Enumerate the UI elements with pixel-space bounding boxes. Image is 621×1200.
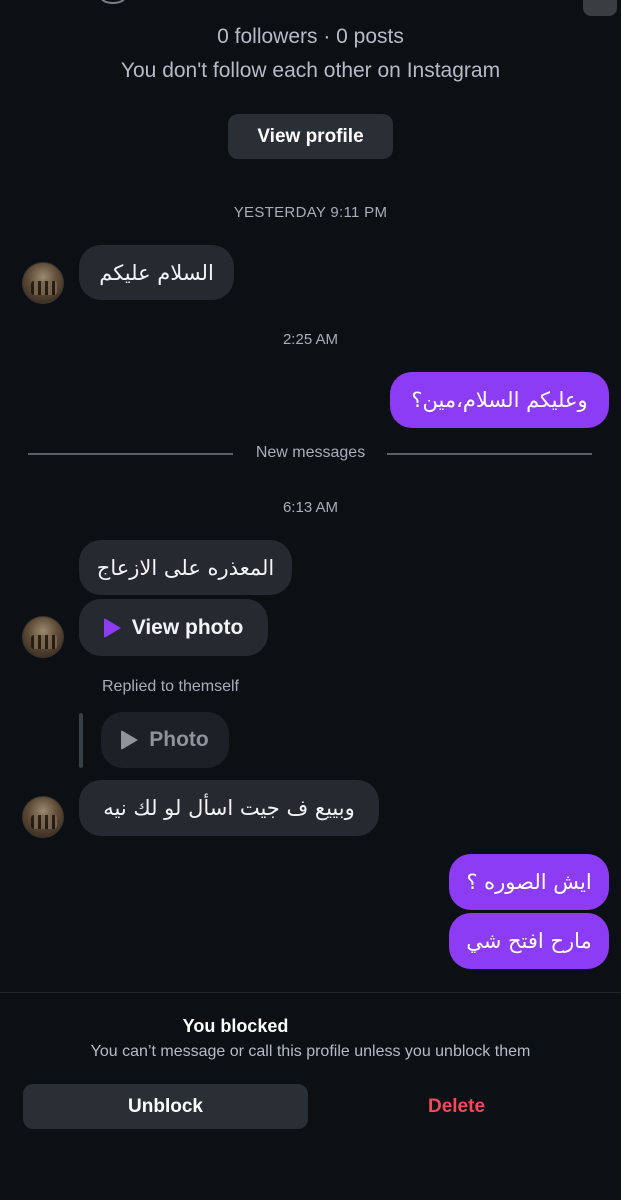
view-photo-label: View photo xyxy=(131,615,244,639)
message-bubble-incoming[interactable]: السلام عليكم xyxy=(79,245,234,300)
sender-avatar[interactable] xyxy=(22,796,64,838)
timestamp: 6:13 AM xyxy=(282,499,339,516)
footer-divider xyxy=(0,992,621,993)
message-bubble-incoming[interactable]: وبييع ف جيت اسأل لو لك نيه xyxy=(79,780,379,836)
view-photo-message[interactable]: View photo xyxy=(79,599,268,656)
timestamp: YESTERDAY 9:11 PM xyxy=(233,204,388,221)
play-icon xyxy=(121,730,139,750)
blocked-subtitle: You can’t message or call this profile u… xyxy=(90,1043,531,1060)
message-bubble-incoming[interactable]: المعذره على الازعاج xyxy=(79,540,292,595)
photo-label: Photo xyxy=(149,728,209,751)
sender-avatar[interactable] xyxy=(22,262,64,304)
message-bubble-outgoing[interactable]: مارح افتح شي xyxy=(449,913,609,969)
delete-button[interactable]: Delete xyxy=(314,1084,599,1129)
message-bubble-outgoing[interactable]: ايش الصوره ؟ xyxy=(449,854,609,910)
new-messages-divider-right xyxy=(387,453,592,455)
follow-status-note: You don't follow each other on Instagram xyxy=(120,59,501,82)
replied-photo-preview[interactable]: Photo xyxy=(101,712,229,768)
redacted-username xyxy=(300,1014,450,1034)
view-profile-button[interactable]: View profile xyxy=(228,114,393,159)
top-right-edge xyxy=(583,0,617,16)
reply-quote-bar xyxy=(79,713,83,768)
timestamp: 2:25 AM xyxy=(282,331,339,348)
reply-context-label: Replied to themself xyxy=(102,678,239,695)
sender-avatar[interactable] xyxy=(22,616,64,658)
blocked-title-text: You blocked xyxy=(182,1016,289,1036)
message-bubble-outgoing[interactable]: وعليكم السلام،مين؟ xyxy=(390,372,609,428)
unblock-button[interactable]: Unblock xyxy=(23,1084,308,1129)
profile-stats: 0 followers · 0 posts xyxy=(217,25,404,48)
top-avatar-edge xyxy=(100,0,126,4)
play-icon xyxy=(103,617,121,638)
